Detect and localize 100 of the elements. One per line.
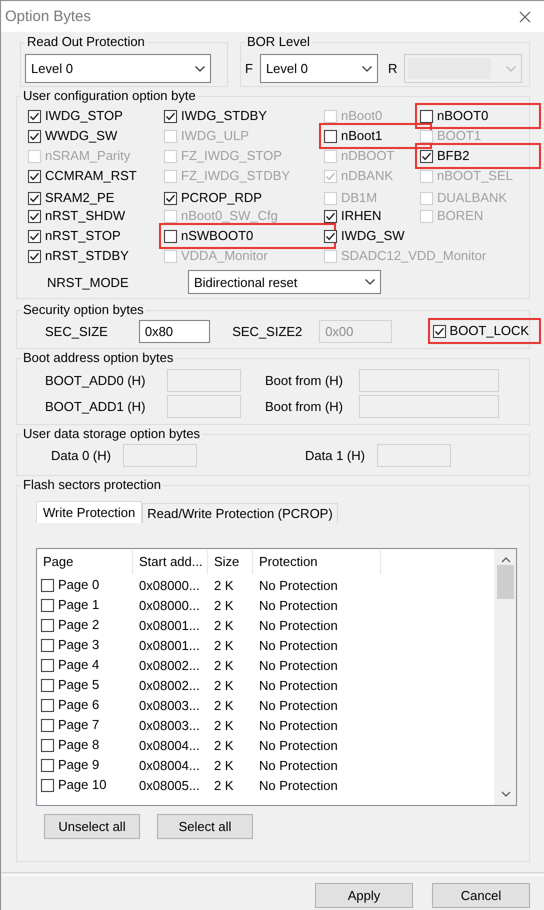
checkbox[interactable]: IWDG_STDBY: [164, 107, 267, 125]
table-cell-text: 2 K: [213, 778, 235, 792]
column-header[interactable]: Protection: [253, 550, 381, 574]
table-cell-text: 0x08005...: [138, 778, 201, 792]
scrollbar[interactable]: [494, 549, 516, 805]
checkbox[interactable]: BFB2: [420, 147, 470, 165]
page-checkbox[interactable]: Page 5: [41, 676, 100, 694]
table-cell-text: No Protection: [258, 578, 339, 592]
checkmark-icon: [29, 170, 40, 182]
group-title: Flash sectors protection: [22, 478, 162, 492]
table-cell-text: 2 K: [213, 618, 235, 632]
field-label: F: [245, 61, 253, 76]
field-label: BOOT_ADD1 (H): [45, 398, 146, 414]
button[interactable]: Apply: [315, 883, 413, 908]
checkmark-icon: [29, 110, 40, 122]
group-title: Read Out Protection: [26, 35, 146, 49]
table-cell-text: No Protection: [258, 598, 339, 612]
checkmark-icon: [29, 130, 40, 142]
checkmark-icon: [29, 192, 40, 204]
field-label: Data 0 (H): [51, 448, 112, 462]
close-icon[interactable]: [519, 10, 531, 22]
checkbox[interactable]: CCMRAM_RST: [28, 167, 137, 185]
scroll-up-icon[interactable]: [500, 557, 510, 563]
checkmark-icon: [325, 170, 336, 182]
group-title: User configuration option byte: [22, 89, 197, 103]
table-cell-text: 2 K: [213, 738, 235, 752]
table-cell-text: 0x08001...: [138, 638, 201, 652]
field-label: R: [388, 61, 398, 76]
chevron-down-icon: [364, 278, 376, 286]
table-cell-text: 0x08003...: [138, 698, 201, 712]
page-checkbox[interactable]: Page 6: [41, 696, 100, 714]
checkbox[interactable]: BOOT_LOCK: [432, 322, 529, 340]
page-checkbox[interactable]: Page 8: [41, 736, 100, 754]
table-cell-text: 2 K: [213, 718, 235, 732]
checkmark-icon: [165, 110, 176, 122]
checkbox[interactable]: nRST_STDBY: [28, 247, 129, 265]
checkbox[interactable]: nBOOT0: [420, 107, 488, 125]
checkbox[interactable]: IWDG_STOP: [28, 107, 123, 125]
page-checkbox[interactable]: Page 7: [41, 716, 100, 734]
page-checkbox[interactable]: Page 10: [41, 776, 106, 794]
column-header[interactable]: Start add...: [133, 550, 208, 574]
table-cell-text: 2 K: [213, 598, 235, 612]
table-cell-text: 2 K: [213, 758, 235, 772]
page-checkbox[interactable]: Page 0: [41, 576, 100, 594]
checkbox[interactable]: IRHEN: [324, 207, 382, 225]
page-checkbox[interactable]: Page 3: [41, 636, 100, 654]
checkmark-icon: [421, 150, 432, 162]
checkmark-icon: [165, 192, 176, 204]
table-cell-text: 2 K: [213, 678, 235, 692]
field-label: NRST_MODE: [47, 274, 130, 290]
table-cell-text: No Protection: [258, 778, 339, 792]
field-label: BOOT_ADD0 (H): [45, 372, 146, 388]
checkmark-icon: [325, 210, 336, 222]
checkbox[interactable]: nSWBOOT0: [164, 227, 254, 245]
table-cell-text: No Protection: [258, 718, 339, 732]
field-label: Boot from (H): [265, 372, 344, 388]
table-cell-text: 0x08002...: [138, 678, 201, 692]
table-cell-text: No Protection: [258, 658, 339, 672]
table-cell-text: No Protection: [258, 758, 339, 772]
checkbox[interactable]: nRST_SHDW: [28, 207, 126, 225]
table-cell-text: 0x08000...: [138, 578, 201, 592]
table-cell-text: 0x08004...: [138, 738, 201, 752]
scroll-down-icon[interactable]: [500, 791, 510, 797]
dropdown[interactable]: Bidirectional reset: [188, 270, 381, 294]
checkbox[interactable]: nRST_STOP: [28, 227, 121, 245]
input-field[interactable]: 0x80: [138, 320, 210, 342]
group-title: Security option bytes: [22, 303, 145, 317]
checkmark-icon: [29, 250, 40, 262]
table-cell-text: No Protection: [258, 678, 339, 692]
field-label: Boot from (H): [265, 398, 344, 414]
table-cell-text: 0x08001...: [138, 618, 201, 632]
page-checkbox[interactable]: Page 2: [41, 616, 100, 634]
tab[interactable]: Write Protection: [36, 501, 142, 523]
checkbox[interactable]: nBoot1: [324, 127, 382, 145]
field-label: Data 1 (H): [305, 448, 366, 462]
column-header[interactable]: Size: [208, 550, 253, 574]
checkbox[interactable]: WWDG_SW: [28, 127, 118, 145]
page-checkbox[interactable]: Page 9: [41, 756, 100, 774]
checkbox[interactable]: PCROP_RDP: [164, 189, 262, 207]
checkbox[interactable]: SRAM2_PE: [28, 189, 114, 207]
tab[interactable]: Read/Write Protection (PCROP): [142, 503, 338, 523]
dropdown[interactable]: Level 0: [260, 54, 378, 83]
group-title: BOR Level: [246, 35, 311, 49]
button[interactable]: Select all: [157, 814, 253, 839]
scroll-thumb[interactable]: [497, 565, 514, 599]
page-checkbox[interactable]: Page 1: [41, 596, 100, 614]
field-label: SEC_SIZE: [45, 324, 109, 338]
dropdown[interactable]: Level 0: [25, 54, 211, 83]
button[interactable]: Unselect all: [44, 814, 140, 839]
page-checkbox[interactable]: Page 4: [41, 656, 100, 674]
table-cell-text: No Protection: [258, 618, 339, 632]
checkmark-icon: [434, 326, 445, 336]
table-cell-text: 2 K: [213, 658, 235, 672]
table-cell-text: No Protection: [258, 738, 339, 752]
checkmark-icon: [29, 210, 40, 222]
checkbox[interactable]: IWDG_SW: [324, 227, 405, 245]
table-cell-text: 0x08002...: [138, 658, 201, 672]
chevron-down-icon: [360, 64, 373, 72]
button[interactable]: Cancel: [432, 883, 530, 908]
column-header[interactable]: Page: [37, 550, 133, 574]
